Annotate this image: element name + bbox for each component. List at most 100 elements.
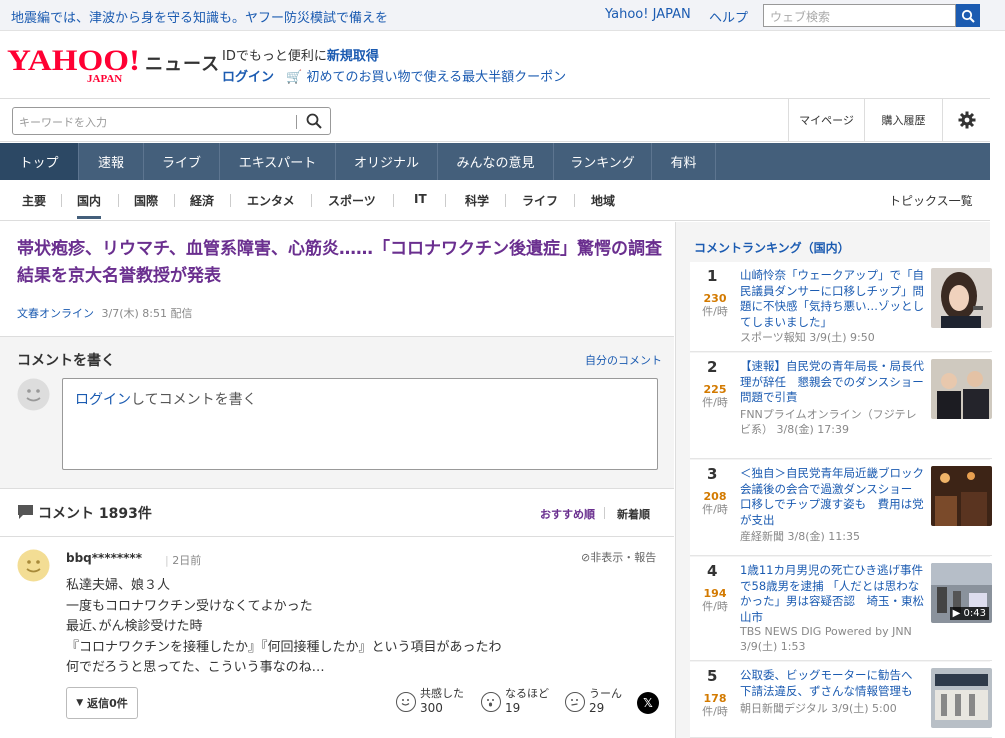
comment-time-text: 2日前 bbox=[172, 554, 202, 567]
search-icon bbox=[961, 9, 975, 23]
main-nav-ranking[interactable]: ランキング bbox=[554, 143, 652, 180]
comment-line: 私達夫婦、娘３人 bbox=[66, 578, 171, 593]
ranking-item[interactable]: 2 225 件/時 【速報】自民党の青年局長・局長代理が辞任 懇親会でのダンスショ… bbox=[690, 353, 992, 459]
caret-down-icon: ▼ bbox=[76, 698, 84, 708]
video-duration: ▶ 0:43 bbox=[949, 607, 989, 620]
main-nav-breaking[interactable]: 速報 bbox=[79, 143, 144, 180]
rank-source: スポーツ報知 3/9(土) 9:50 bbox=[740, 331, 875, 344]
main-nav-live[interactable]: ライブ bbox=[144, 143, 220, 180]
category-main[interactable]: 主要 bbox=[22, 192, 46, 209]
rank-thumbnail[interactable] bbox=[931, 359, 992, 419]
rank-headline[interactable]: 【速報】自民党の青年局長・局長代理が辞任 懇親会でのダンスショー問題で引責 bbox=[740, 359, 924, 406]
category-international[interactable]: 国際 bbox=[134, 192, 158, 209]
main-nav-opinions[interactable]: みんなの意見 bbox=[438, 143, 554, 180]
category-sports[interactable]: スポーツ bbox=[328, 192, 376, 209]
reaction-label: なるほど bbox=[505, 687, 549, 700]
mypage-button[interactable]: マイページ bbox=[788, 98, 864, 142]
rank-headline[interactable]: 山崎怜奈「ウェークアップ」で「自民議員ダンサーに口移しチップ」問題に不快感「気持… bbox=[740, 268, 924, 330]
keyword-placeholder: キーワードを入力 bbox=[19, 116, 107, 129]
id-promo-text: IDでもっと便利に bbox=[222, 49, 327, 64]
sort-recommended[interactable]: おすすめ順 bbox=[540, 506, 595, 522]
rank-thumbnail[interactable] bbox=[931, 466, 992, 526]
category-entertainment[interactable]: エンタメ bbox=[247, 192, 295, 209]
main-nav-original[interactable]: オリジナル bbox=[336, 143, 438, 180]
rank-number: 4 bbox=[707, 562, 718, 580]
topics-list-link[interactable]: トピックス一覧 bbox=[889, 192, 973, 209]
per-hour-label: 件/時 bbox=[702, 503, 728, 516]
comment-body: 私達夫婦、娘３人 一度もコロナワクチン受けなくてよかった 最近､がん検診受けた時… bbox=[66, 576, 646, 679]
per-hour-label: 件/時 bbox=[702, 600, 728, 613]
rank-count-value: 225 bbox=[703, 383, 727, 396]
settings-button[interactable] bbox=[942, 98, 990, 142]
login-link[interactable]: ログイン bbox=[222, 70, 274, 85]
comment-username[interactable]: bbq******** bbox=[66, 551, 142, 565]
rank-video-thumbnail[interactable]: ▶ 0:43 bbox=[931, 563, 992, 623]
comments-header: コメント 1893件 おすすめ順 新着順 bbox=[0, 490, 674, 537]
disaster-promo-link[interactable]: 地震編では、津波から身を守る知識も。ヤフー防災模試で備えを bbox=[11, 7, 388, 26]
hide-report-text: 非表示・報告 bbox=[590, 551, 657, 564]
category-science[interactable]: 科学 bbox=[465, 192, 489, 209]
rank-headline[interactable]: ＜独自＞自民党青年局近畿ブロック会議後の会合で過激ダンスショー 口移しでチップ渡… bbox=[740, 466, 924, 528]
category-life[interactable]: ライフ bbox=[522, 192, 558, 209]
rank-count: 230 件/時 bbox=[690, 292, 740, 318]
rank-source: 朝日新聞デジタル 3/9(土) 5:00 bbox=[740, 702, 897, 715]
default-avatar-icon bbox=[17, 378, 50, 411]
per-hour-label: 件/時 bbox=[702, 705, 728, 718]
rank-headline[interactable]: 公取委、ビッグモーターに勧告へ 下請法違反、ずさんな情報管理も bbox=[740, 668, 924, 699]
comment-textarea[interactable]: ログインしてコメントを書く bbox=[62, 378, 658, 470]
coupon-link[interactable]: 初めてのお買い物で使える最大半額クーポン bbox=[306, 70, 566, 85]
rank-count-value: 194 bbox=[703, 587, 727, 600]
sort-newest[interactable]: 新着順 bbox=[617, 506, 650, 522]
main-nav-paid[interactable]: 有料 bbox=[652, 143, 716, 180]
article-source-link[interactable]: 文春オンライン bbox=[17, 307, 94, 320]
rank-thumbnail[interactable] bbox=[931, 268, 992, 328]
my-comments-link[interactable]: 自分のコメント bbox=[585, 352, 662, 368]
help-link[interactable]: ヘルプ bbox=[709, 7, 748, 26]
article-title[interactable]: 帯状疱疹、リウマチ、血管系障害、心筋炎……「コロナワクチン後遺症」驚愕の調査結果… bbox=[17, 236, 662, 290]
category-domestic[interactable]: 国内 bbox=[77, 192, 102, 219]
search-icon[interactable] bbox=[306, 113, 322, 129]
replies-label: 返信0件 bbox=[87, 697, 128, 710]
article-date: 3/7(木) 8:51 配信 bbox=[101, 307, 193, 320]
category-region[interactable]: 地域 bbox=[591, 192, 615, 209]
keyword-search-input[interactable]: キーワードを入力 bbox=[12, 107, 331, 135]
category-economy[interactable]: 経済 bbox=[190, 192, 214, 209]
comment-count: コメント 1893件 bbox=[38, 506, 152, 522]
top-bar: 地震編では、津波から身を守る知識も。ヤフー防災模試で備えを Yahoo! JAP… bbox=[0, 0, 1005, 31]
yahoo-japan-logo[interactable]: YAHOO! JAPAN bbox=[7, 44, 142, 85]
ranking-item[interactable]: 3 208 件/時 ＜独自＞自民党青年局近畿ブロック会議後の会合で過激ダンスショー… bbox=[690, 460, 992, 556]
hide-report-button[interactable]: ⊘非表示・報告 bbox=[581, 549, 656, 565]
surprised-face-icon bbox=[481, 692, 501, 712]
main-nav: トップ 速報 ライブ エキスパート オリジナル みんなの意見 ランキング 有料 bbox=[0, 143, 990, 180]
main-nav-expert[interactable]: エキスパート bbox=[220, 143, 336, 180]
web-search-button[interactable] bbox=[956, 4, 980, 27]
react-insight-button[interactable]: なるほど 19 bbox=[481, 687, 549, 715]
yahoo-japan-link[interactable]: Yahoo! JAPAN bbox=[605, 7, 691, 22]
ranking-item[interactable]: 1 230 件/時 山崎怜奈「ウェークアップ」で「自民議員ダンサーに口移しチップ」… bbox=[690, 262, 992, 352]
block-icon: ⊘ bbox=[581, 551, 591, 564]
web-search-input[interactable]: ウェブ検索 bbox=[763, 4, 956, 27]
replies-button[interactable]: ▼ 返信0件 bbox=[66, 687, 138, 719]
reaction-label: うーん bbox=[589, 687, 622, 700]
purchase-history-button[interactable]: 購入履歴 bbox=[864, 98, 942, 142]
compose-login-link[interactable]: ログイン bbox=[75, 392, 131, 408]
category-nav: 主要 国内 国際 経済 エンタメ スポーツ IT 科学 ライフ 地域 トピックス… bbox=[0, 181, 990, 221]
logo-sub: JAPAN bbox=[87, 73, 122, 84]
rank-count: 194 件/時 bbox=[690, 587, 740, 613]
share-x-button[interactable]: 𝕏 bbox=[637, 692, 659, 714]
ranking-item[interactable]: 4 194 件/時 1歳11カ月男児の死亡ひき逃げ事件で58歳男を逮捕 「人だとは… bbox=[690, 557, 992, 661]
register-link[interactable]: 新規取得 bbox=[327, 49, 379, 64]
compose-prompt: してコメントを書く bbox=[131, 392, 257, 408]
rank-thumbnail[interactable] bbox=[931, 668, 992, 728]
category-it[interactable]: IT bbox=[414, 192, 427, 206]
smile-face-icon bbox=[396, 692, 416, 712]
rank-count-value: 178 bbox=[703, 692, 727, 705]
ranking-item[interactable]: 5 178 件/時 公取委、ビッグモーターに勧告へ 下請法違反、ずさんな情報管理も… bbox=[690, 662, 992, 738]
article-meta: 文春オンライン 3/7(木) 8:51 配信 bbox=[17, 305, 192, 321]
main-nav-top[interactable]: トップ bbox=[0, 143, 79, 180]
ranking-title[interactable]: コメントランキング（国内） bbox=[694, 239, 850, 256]
rank-number: 3 bbox=[707, 465, 718, 483]
react-hmm-button[interactable]: うーん 29 bbox=[565, 687, 622, 715]
rank-headline[interactable]: 1歳11カ月男児の死亡ひき逃げ事件で58歳男を逮捕 「人だとは思わなかった」男は… bbox=[740, 563, 924, 625]
react-empathy-button[interactable]: 共感した 300 bbox=[396, 687, 464, 715]
